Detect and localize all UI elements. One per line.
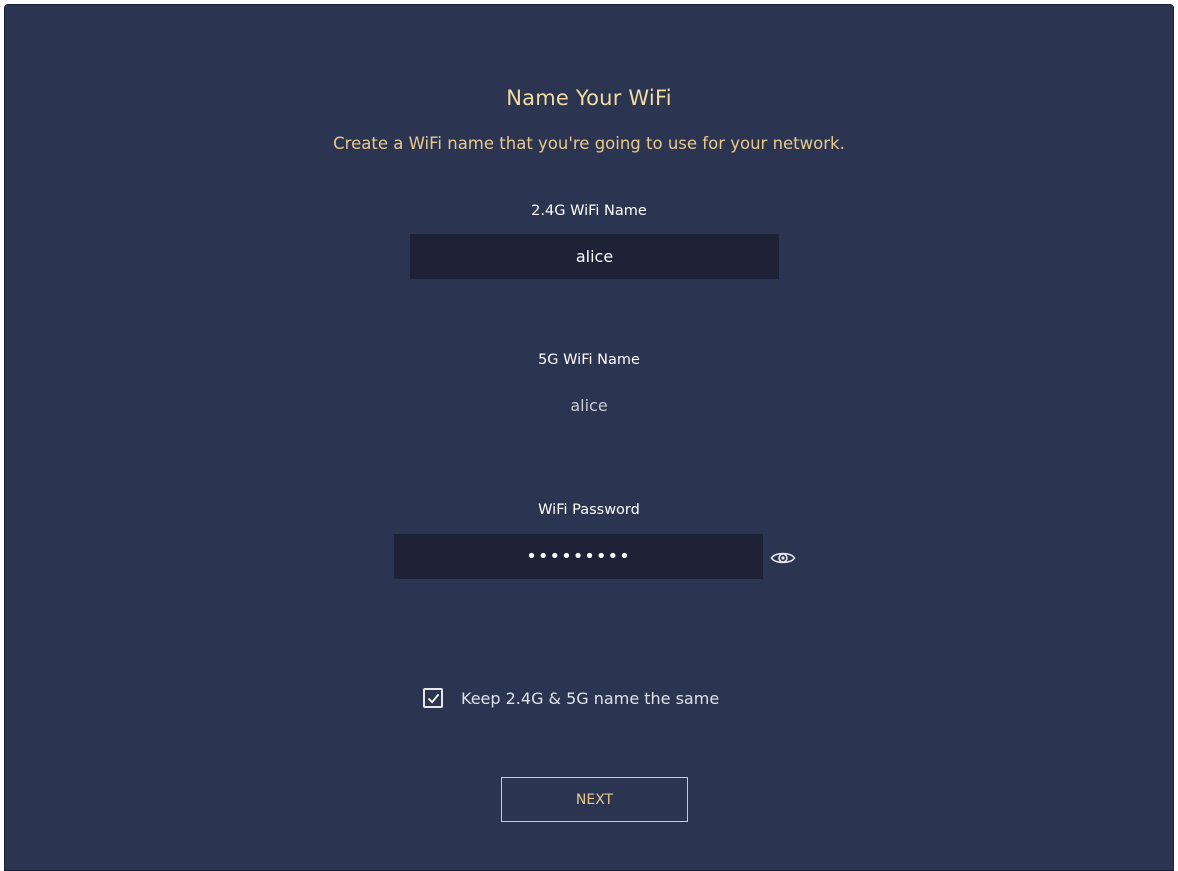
wifi-24g-name-input[interactable]: alice (410, 234, 779, 279)
eye-icon[interactable] (770, 550, 796, 566)
wifi-5g-label: 5G WiFi Name (538, 352, 640, 368)
keep-same-checkbox[interactable] (423, 688, 443, 708)
wifi-24g-label: 2.4G WiFi Name (531, 203, 647, 219)
wizard-panel: Name Your WiFi Create a WiFi name that y… (4, 4, 1174, 871)
page-title: Name Your WiFi (506, 86, 672, 110)
wifi-password-label: WiFi Password (538, 502, 640, 518)
wifi-password-input[interactable]: ••••••••• (394, 534, 763, 579)
keep-same-name-option[interactable]: Keep 2.4G & 5G name the same (423, 685, 719, 711)
page-subtitle: Create a WiFi name that you're going to … (333, 134, 845, 153)
wifi-5g-name-value: alice (570, 396, 608, 415)
checkmark-icon (427, 693, 439, 704)
next-button[interactable]: NEXT (501, 777, 688, 822)
keep-same-label: Keep 2.4G & 5G name the same (461, 688, 720, 708)
